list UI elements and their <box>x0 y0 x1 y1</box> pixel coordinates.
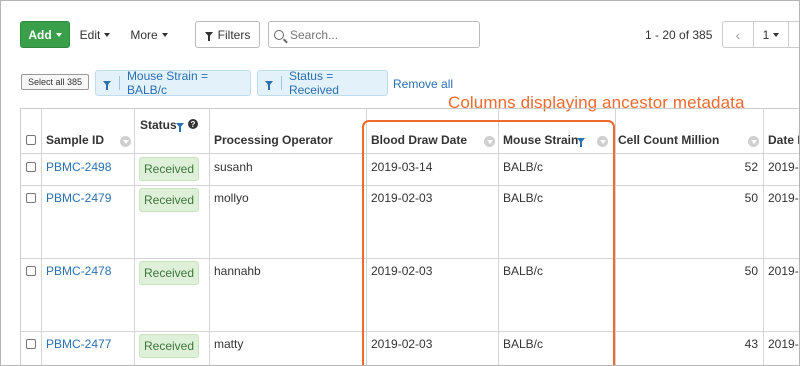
blood-draw-date-cell: 2019-02-03 <box>371 264 433 278</box>
blood-draw-date-cell: 2019-02-03 <box>371 337 433 351</box>
date-cell: 2019-0 <box>768 191 799 205</box>
next-page-button[interactable]: › <box>788 21 799 48</box>
column-divider <box>41 109 42 365</box>
row-checkbox[interactable] <box>26 193 36 203</box>
column-header-cell-count-million[interactable]: Cell Count Million <box>618 133 719 147</box>
pagination-summary: 1 - 20 of 385 <box>645 28 713 42</box>
filter-chip-label: Mouse Strain = BALB/c <box>126 69 208 97</box>
filter-icon <box>204 32 213 41</box>
edit-menu-button[interactable]: Edit <box>74 21 116 48</box>
column-menu-icon[interactable] <box>597 136 608 147</box>
chevron-down-icon <box>104 32 111 37</box>
sample-id-link[interactable]: PBMC-2478 <box>46 264 111 278</box>
filter-icon <box>265 80 273 90</box>
chip-divider <box>281 76 282 90</box>
mouse-strain-cell: BALB/c <box>503 337 544 351</box>
column-menu-icon[interactable] <box>120 136 131 147</box>
column-divider <box>498 109 499 365</box>
select-all-button[interactable]: Select all 385 <box>21 74 89 90</box>
remove-all-filters-link[interactable]: Remove all <box>393 77 453 91</box>
column-menu-icon[interactable] <box>484 136 495 147</box>
operator-cell: mollyo <box>214 191 249 205</box>
cell-count-cell: 43 <box>744 337 758 351</box>
search-input[interactable] <box>288 26 468 43</box>
operator-cell: susanh <box>214 160 253 174</box>
filters-button[interactable]: Filters <box>195 21 260 48</box>
search-icon <box>274 29 284 40</box>
operator-cell: hannahb <box>214 264 261 278</box>
filter-active-icon <box>176 123 184 132</box>
column-header-processing-operator[interactable]: Processing Operator <box>214 133 333 147</box>
add-button-label: Add <box>28 27 52 42</box>
status-badge: Received <box>139 334 199 358</box>
date-cell: 2019-0 <box>768 160 799 174</box>
select-all-checkbox[interactable] <box>26 135 36 145</box>
row-divider <box>21 153 799 154</box>
row-divider <box>21 331 799 332</box>
filter-active-icon <box>577 138 585 147</box>
status-badge: Received <box>139 261 199 285</box>
filter-chip-mouse-strain[interactable]: Mouse Strain = BALB/c <box>95 69 251 97</box>
chip-divider <box>119 76 120 90</box>
more-menu-label: More <box>130 27 158 42</box>
previous-page-button[interactable]: ‹ <box>722 21 754 48</box>
status-badge: Received <box>139 157 199 181</box>
cell-count-cell: 50 <box>744 264 758 278</box>
column-menu-icon[interactable] <box>748 136 759 147</box>
chevron-down-icon <box>161 32 168 37</box>
column-divider <box>615 109 616 365</box>
status-badge: Received <box>139 188 199 212</box>
filters-button-label: Filters <box>217 27 251 42</box>
row-checkbox[interactable] <box>26 339 36 349</box>
sample-id-link[interactable]: PBMC-2477 <box>46 337 111 351</box>
search-box[interactable] <box>268 21 480 48</box>
date-cell: 2019-0 <box>768 264 799 278</box>
toolbar: Add Edit More Filters 1 - 20 of 385 ‹ 1 … <box>20 21 799 49</box>
sample-id-link[interactable]: PBMC-2498 <box>46 160 111 174</box>
cell-count-cell: 50 <box>744 191 758 205</box>
filter-icon <box>103 80 111 90</box>
help-icon[interactable]: ? <box>188 119 198 129</box>
page-select-value: 1 <box>762 27 770 42</box>
mouse-strain-cell: BALB/c <box>503 191 544 205</box>
mouse-strain-cell: BALB/c <box>503 264 544 278</box>
cell-count-cell: 52 <box>744 160 758 174</box>
column-header-date[interactable]: Date P <box>768 133 799 147</box>
date-cell: 2019-0 <box>768 337 799 351</box>
column-divider <box>209 109 210 365</box>
page-select[interactable]: 1 <box>753 21 789 48</box>
row-divider <box>21 185 799 186</box>
mouse-strain-cell: BALB/c <box>503 160 544 174</box>
operator-cell: matty <box>214 337 244 351</box>
chevron-left-icon: ‹ <box>735 26 741 43</box>
blood-draw-date-cell: 2019-02-03 <box>371 191 433 205</box>
chevron-down-icon <box>773 32 780 37</box>
column-divider <box>134 109 135 365</box>
row-divider <box>21 258 799 259</box>
sample-grid: Sample ID Status ? Processing Operator B… <box>20 108 799 365</box>
column-header-blood-draw-date[interactable]: Blood Draw Date <box>371 133 467 147</box>
column-divider <box>366 109 367 365</box>
blood-draw-date-cell: 2019-03-14 <box>371 160 433 174</box>
filter-chip-status[interactable]: Status = Received <box>257 69 388 97</box>
row-checkbox[interactable] <box>26 266 36 276</box>
column-divider <box>763 109 764 365</box>
column-header-sample-id[interactable]: Sample ID <box>46 133 104 147</box>
edit-menu-label: Edit <box>79 27 101 42</box>
row-checkbox[interactable] <box>26 162 36 172</box>
add-button[interactable]: Add <box>20 21 70 48</box>
more-menu-button[interactable]: More <box>124 21 174 48</box>
sample-id-link[interactable]: PBMC-2479 <box>46 191 111 205</box>
grid-panel: Add Edit More Filters 1 - 20 of 385 ‹ 1 … <box>0 0 800 366</box>
column-header-status[interactable]: Status <box>140 118 177 132</box>
column-header-mouse-strain[interactable]: Mouse Strain <box>503 133 578 147</box>
filter-chip-label: Status = Received <box>288 69 339 97</box>
chevron-down-icon <box>55 32 62 37</box>
